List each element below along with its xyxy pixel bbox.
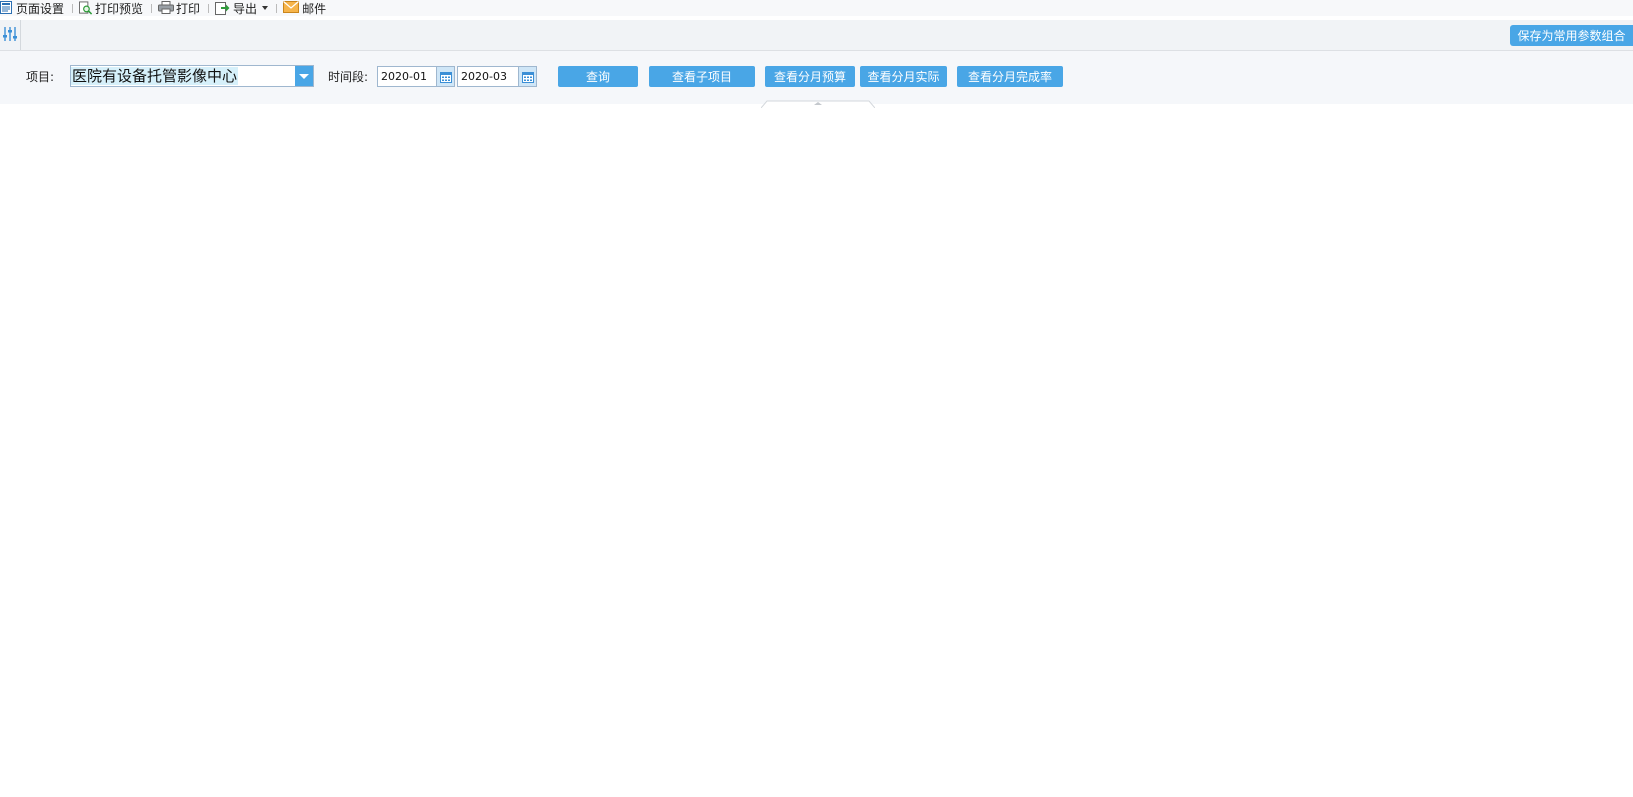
calendar-icon[interactable] <box>436 67 454 86</box>
search-button[interactable]: 查询 <box>558 66 638 87</box>
view-monthly-actual-button[interactable]: 查看分月实际 <box>860 66 947 87</box>
project-label: 项目: <box>26 70 55 84</box>
view-monthly-budget-button[interactable]: 查看分月预算 <box>765 66 855 87</box>
filter-toggle-button[interactable] <box>0 20 21 50</box>
filter-bar: 保存为常用参数组合 <box>0 20 1633 51</box>
toolbar-divider <box>151 3 153 13</box>
print-button[interactable]: 打印 <box>158 0 200 16</box>
period-label: 时间段: <box>328 70 369 84</box>
print-preview-button[interactable]: 打印预览 <box>79 0 143 16</box>
printer-icon <box>158 1 175 15</box>
view-sub-projects-button[interactable]: 查看子项目 <box>649 66 755 87</box>
date-to-field[interactable] <box>457 66 537 87</box>
date-to-input[interactable] <box>458 67 518 86</box>
page-setup-icon <box>0 1 14 15</box>
print-preview-icon <box>79 1 93 15</box>
project-selected-value[interactable]: 医院有设备托管影像中心 <box>71 67 239 85</box>
export-icon <box>215 1 231 15</box>
view-monthly-rate-button[interactable]: 查看分月完成率 <box>957 66 1063 87</box>
print-preview-label: 打印预览 <box>95 1 144 16</box>
page-setup-label: 页面设置 <box>16 1 65 16</box>
collapse-panel-handle[interactable] <box>760 97 876 109</box>
project-combobox[interactable]: 医院有设备托管影像中心 <box>70 65 314 87</box>
print-label: 打印 <box>176 1 201 16</box>
dropdown-arrow-icon[interactable] <box>295 66 313 86</box>
date-from-field[interactable] <box>377 66 455 87</box>
query-panel: 项目: 医院有设备托管影像中心 时间段: 查询 查看子项目 查看分月预算 查看分… <box>0 51 1633 109</box>
date-from-input[interactable] <box>378 67 436 86</box>
mail-label: 邮件 <box>302 1 327 16</box>
chevron-down-icon <box>262 6 269 10</box>
calendar-icon[interactable] <box>518 67 536 86</box>
export-label: 导出 <box>233 1 258 16</box>
mail-icon <box>283 1 300 15</box>
mail-button[interactable]: 邮件 <box>283 0 326 16</box>
page-setup-button[interactable]: 页面设置 <box>0 0 64 16</box>
toolbar-divider <box>72 3 74 13</box>
top-toolbar: 页面设置 打印预览 打印 导出 邮件 <box>0 0 1633 16</box>
save-param-combo-button[interactable]: 保存为常用参数组合 <box>1510 25 1633 46</box>
sliders-icon <box>2 26 18 45</box>
toolbar-divider <box>276 3 278 13</box>
toolbar-divider <box>208 3 210 13</box>
export-button[interactable]: 导出 <box>215 0 269 16</box>
